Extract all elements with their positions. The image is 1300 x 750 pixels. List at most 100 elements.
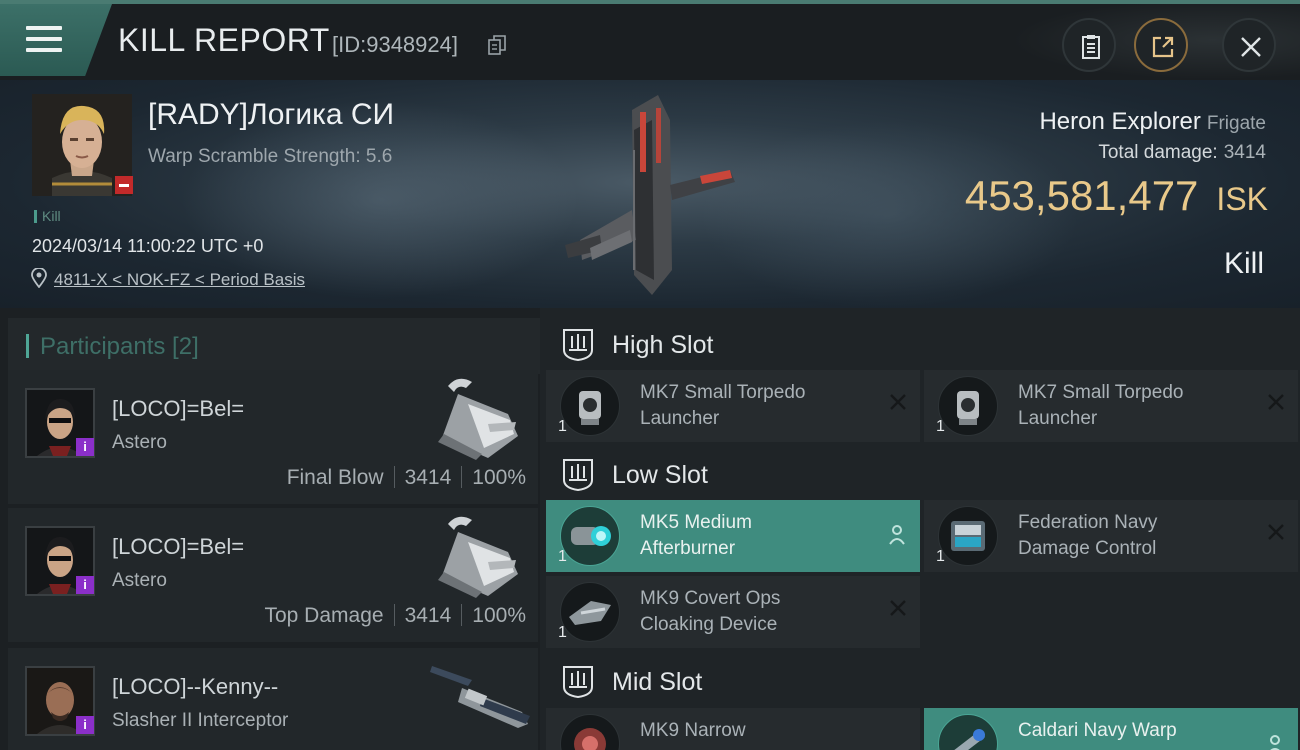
module-name-line2: Launcher	[1018, 408, 1098, 429]
module-quantity: 1	[558, 548, 567, 565]
kill-timestamp: 2024/03/14 11:00:22 UTC +0	[32, 236, 264, 256]
info-badge[interactable]: i	[76, 576, 94, 594]
participant-card[interactable]: i [LOCO]=Bel= Astero Final Blow 3414 100%	[8, 370, 538, 504]
low-slot-header: Low Slot	[540, 444, 1300, 504]
module-name-line1: MK7 Small Torpedo	[640, 382, 806, 403]
participant-ship-image	[438, 378, 518, 460]
share-icon	[1152, 36, 1174, 58]
module-name: MK5 Medium Afterburner	[640, 510, 880, 562]
module-icon	[938, 714, 998, 750]
pin-icon	[31, 268, 47, 288]
info-badge[interactable]: i	[76, 438, 94, 456]
module-item[interactable]: MK9 Narrow	[546, 708, 920, 750]
module-name-line2: Damage Control	[1018, 538, 1157, 559]
module-item[interactable]: 1 Federation Navy Damage Control	[924, 500, 1298, 572]
top-bar: KILL REPORT [ID:9348924]	[0, 0, 1300, 80]
victim-name[interactable]: [RADY]Логика СИ	[148, 98, 394, 132]
total-damage: Total damage: 3414	[1098, 142, 1266, 164]
menu-button[interactable]	[0, 4, 112, 76]
kill-result: Kill	[1223, 247, 1264, 280]
module-quantity: 1	[936, 548, 945, 565]
isk-value-display: 453,581,477 ISK	[965, 172, 1268, 220]
participants-title: Participants [2]	[40, 333, 199, 360]
module-icon	[938, 506, 998, 566]
module-name-line2: Cloaking Device	[640, 614, 778, 635]
participant-role: Top Damage	[264, 604, 384, 627]
page-title: KILL REPORT	[118, 22, 330, 58]
hostile-badge	[115, 176, 133, 194]
isk-unit: ISK	[1216, 181, 1268, 217]
module-icon	[938, 376, 998, 436]
remove-icon[interactable]	[888, 392, 908, 412]
remove-icon[interactable]	[1266, 392, 1286, 412]
close-button[interactable]	[1222, 18, 1276, 72]
remove-icon[interactable]	[888, 598, 908, 618]
module-item[interactable]: 1 MK7 Small Torpedo Launcher	[924, 370, 1298, 442]
module-name: MK9 Narrow	[640, 718, 880, 744]
participant-damage: 3414	[404, 604, 452, 627]
clipboard-icon	[1082, 35, 1100, 59]
module-icon	[560, 376, 620, 436]
module-item[interactable]: 1 MK5 Medium Afterburner	[546, 500, 920, 572]
remove-icon[interactable]	[1266, 522, 1286, 542]
menu-icon	[26, 26, 62, 59]
participant-percent: 100%	[472, 466, 526, 489]
participant-role: Final Blow	[286, 466, 384, 489]
module-item[interactable]: 1 MK9 Covert Ops Cloaking Device	[546, 576, 920, 648]
low-slot-label: Low Slot	[612, 461, 708, 489]
participant-ship: Astero	[112, 432, 167, 453]
total-damage-label: Total damage:	[1098, 142, 1218, 163]
module-name: MK7 Small Torpedo Launcher	[640, 380, 880, 432]
participant-ship-image	[438, 516, 518, 598]
report-button[interactable]	[1062, 18, 1116, 72]
module-icon	[560, 582, 620, 642]
module-name-line2: Launcher	[640, 408, 720, 429]
participant-name: [LOCO]=Bel=	[112, 396, 245, 421]
person-icon[interactable]	[1266, 734, 1284, 750]
share-button[interactable]	[1134, 18, 1188, 72]
victim-ship-image	[565, 95, 735, 295]
participants-header[interactable]: Participants [2]	[8, 318, 540, 374]
module-item[interactable]: Caldari Navy Warp	[924, 708, 1298, 750]
participant-card[interactable]: i [LOCO]=Bel= Astero Top Damage 3414 100%	[8, 508, 538, 642]
total-damage-value: 3414	[1223, 142, 1266, 163]
location-link[interactable]: 4811-X < NOK-FZ < Period Basis	[54, 270, 305, 290]
module-quantity: 1	[558, 624, 567, 641]
slot-icon	[563, 459, 593, 492]
participant-ship: Slasher II Interceptor	[112, 710, 289, 731]
participant-name: [LOCO]--Kenny--	[112, 674, 279, 699]
module-name-line1: MK7 Small Torpedo	[1018, 382, 1184, 403]
module-item[interactable]: 1 MK7 Small Torpedo Launcher	[546, 370, 920, 442]
info-badge[interactable]: i	[76, 716, 94, 734]
victim-ship-label[interactable]: Heron Explorer Frigate	[1039, 108, 1266, 136]
module-icon	[560, 506, 620, 566]
person-icon[interactable]	[888, 524, 906, 546]
isk-value: 453,581,477	[964, 172, 1199, 219]
module-name: MK7 Small Torpedo Launcher	[1018, 380, 1258, 432]
kill-tag: Kill	[34, 208, 61, 224]
copy-icon[interactable]	[488, 35, 506, 55]
module-icon	[560, 714, 620, 750]
module-name-line1: MK9 Narrow	[640, 720, 746, 741]
mid-slot-header: Mid Slot	[540, 651, 1300, 711]
participant-ship: Astero	[112, 570, 167, 591]
participant-name: [LOCO]=Bel=	[112, 534, 245, 559]
module-quantity: 1	[936, 418, 945, 435]
module-name: MK9 Covert Ops Cloaking Device	[640, 586, 880, 638]
close-icon	[1241, 37, 1261, 57]
slot-icon	[563, 666, 593, 699]
participant-stats: Final Blow 3414 100%	[287, 466, 526, 490]
module-name-line1: Caldari Navy Warp	[1018, 720, 1177, 741]
module-name-line1: Federation Navy	[1018, 512, 1158, 533]
participant-damage: 3414	[404, 466, 452, 489]
top-accent-line	[0, 0, 1300, 4]
victim-ship-name: Heron Explorer	[1039, 108, 1201, 135]
warp-scramble-strength: Warp Scramble Strength: 5.6	[148, 146, 393, 167]
victim-ship-class: Frigate	[1206, 113, 1266, 134]
high-slot-label: High Slot	[612, 331, 714, 359]
participant-ship-image	[430, 666, 530, 728]
participants-panel: Participants [2] i [LOCO]=Bel= Astero Fi…	[0, 308, 540, 750]
participant-percent: 100%	[472, 604, 526, 627]
participant-card[interactable]: i [LOCO]--Kenny-- Slasher II Interceptor	[8, 648, 538, 750]
module-name-line1: MK9 Covert Ops	[640, 588, 781, 609]
